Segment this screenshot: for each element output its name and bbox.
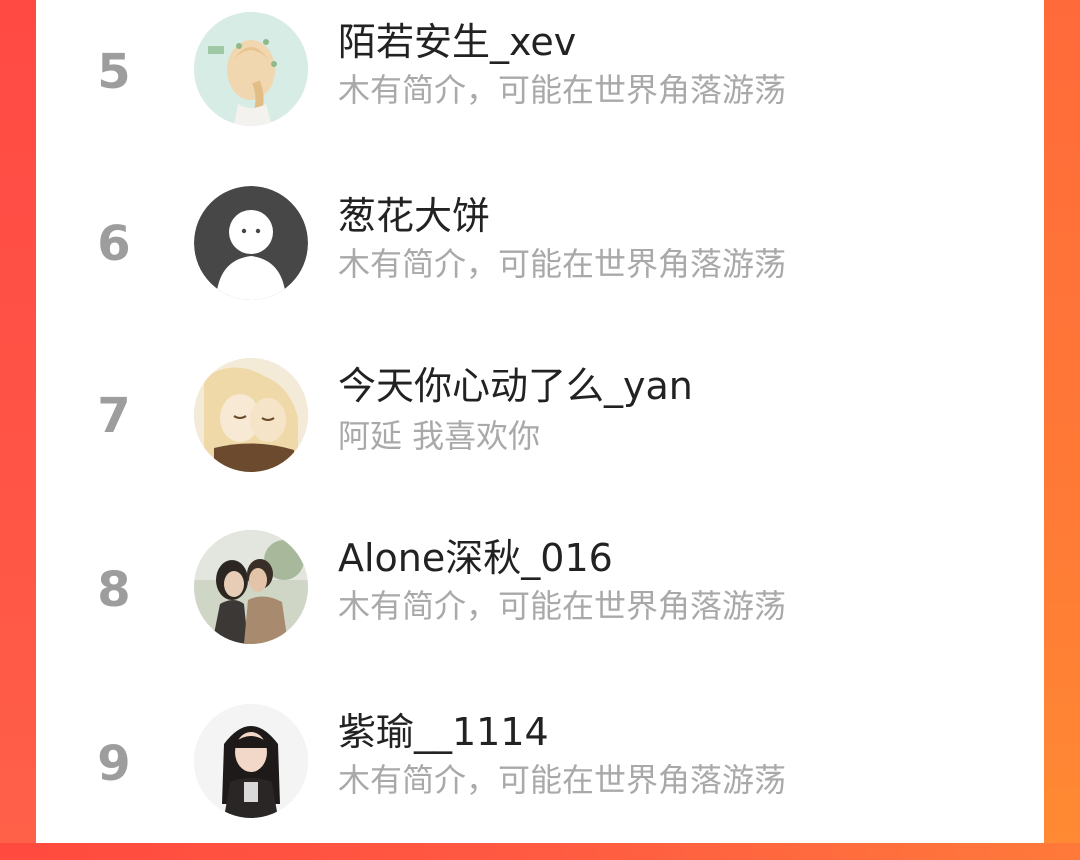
rank-number: 5 bbox=[97, 44, 131, 100]
user-bio: 木有简介，可能在世界角落游荡 bbox=[338, 761, 787, 799]
ranking-list: 5 陌若安生_xev 木有简介，可能在世界角落游荡 6 葱花大饼 木有简介，可能… bbox=[36, 0, 1044, 843]
user-bio: 木有简介，可能在世界角落游荡 bbox=[338, 587, 787, 625]
ranking-row-6[interactable]: 6 葱花大饼 木有简介，可能在世界角落游荡 bbox=[36, 172, 1044, 344]
couple-photo-avatar-icon[interactable] bbox=[194, 530, 308, 644]
default-user-avatar-icon[interactable] bbox=[194, 186, 308, 300]
ranking-row-9[interactable]: 9 紫瑜__1114 木有简介，可能在世界角落游荡 bbox=[36, 688, 1044, 860]
left-accent-edge bbox=[0, 0, 36, 843]
user-bio: 木有简介，可能在世界角落游荡 bbox=[338, 245, 787, 283]
user-name[interactable]: 葱花大饼 bbox=[338, 192, 490, 240]
user-name[interactable]: 陌若安生_xev bbox=[338, 18, 576, 66]
rank-number: 6 bbox=[97, 216, 131, 272]
illustrated-girl-avatar-icon[interactable] bbox=[194, 12, 308, 126]
user-name[interactable]: 今天你心动了么_yan bbox=[338, 362, 693, 410]
anime-couple-avatar-icon[interactable] bbox=[194, 358, 308, 472]
user-bio: 阿延 我喜欢你 bbox=[338, 417, 541, 455]
ranking-row-7[interactable]: 7 今天你心动了么_yan 阿延 我喜欢你 bbox=[36, 344, 1044, 516]
rank-number: 7 bbox=[97, 388, 131, 444]
user-bio: 木有简介，可能在世界角落游荡 bbox=[338, 71, 787, 109]
user-name[interactable]: Alone深秋_016 bbox=[338, 534, 613, 582]
right-accent-edge bbox=[1044, 0, 1080, 843]
rank-number: 8 bbox=[97, 562, 131, 618]
user-name[interactable]: 紫瑜__1114 bbox=[338, 708, 549, 756]
ranking-panel: 5 陌若安生_xev 木有简介，可能在世界角落游荡 6 葱花大饼 木有简介，可能… bbox=[36, 0, 1044, 843]
girl-photo-avatar-icon[interactable] bbox=[194, 704, 308, 818]
ranking-row-8[interactable]: 8 Alone深秋_016 木有简介，可能在世界角落游荡 bbox=[36, 516, 1044, 688]
ranking-row-5[interactable]: 5 陌若安生_xev 木有简介，可能在世界角落游荡 bbox=[36, 0, 1044, 172]
rank-number: 9 bbox=[97, 736, 131, 792]
